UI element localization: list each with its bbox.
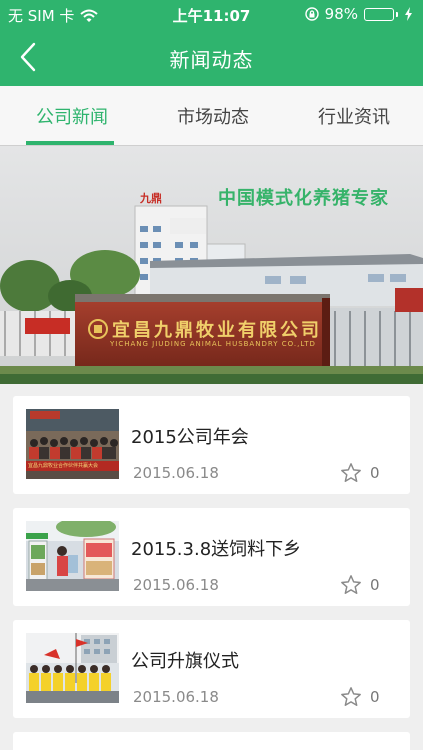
news-title: 2015公司年会 (131, 427, 249, 448)
news-thumbnail: 宜昌九鼎牧业合作伙伴共赢大会 (26, 409, 119, 479)
star-icon (341, 463, 361, 482)
tab-market-news[interactable]: 市场动态 (155, 86, 271, 145)
news-thumbnail (26, 633, 119, 703)
sign-company-name: 宜昌九鼎牧业有限公司 (112, 320, 322, 341)
banner-slogan: 中国模式化养猪专家 (218, 188, 389, 209)
top-bar: 无 SIM 卡 上午11:07 98% 新闻动态 (0, 0, 423, 86)
favorite-button[interactable]: 0 (340, 574, 380, 596)
banner-image[interactable]: 宜昌九鼎牧业有限公司 YICHANG JIUDING ANIMAL HUSBAN… (0, 146, 423, 384)
news-title: 公司升旗仪式 (131, 651, 239, 672)
sign-company-english: YICHANG JIUDING ANIMAL HUSBANDRY CO.,LTD (110, 340, 316, 348)
favorite-count: 0 (370, 464, 380, 482)
favorite-button[interactable]: 0 (340, 462, 380, 484)
nav-bar: 新闻动态 (0, 28, 423, 86)
news-date: 2015.06.18 (133, 464, 219, 482)
star-icon (341, 687, 361, 706)
tab-company-news[interactable]: 公司新闻 (14, 86, 130, 145)
thumbnail-banner-text: 宜昌九鼎牧业合作伙伴共赢大会 (28, 463, 99, 469)
rotation-lock-icon (304, 7, 319, 21)
news-item[interactable]: 宜昌九鼎牧业合作伙伴共赢大会 2015公司年会 2015.06.18 0 (13, 396, 410, 494)
tab-industry-info[interactable]: 行业资讯 (296, 86, 412, 145)
news-date: 2015.06.18 (133, 576, 219, 594)
news-date: 2015.06.18 (133, 688, 219, 706)
favorite-count: 0 (370, 688, 380, 706)
status-bar: 无 SIM 卡 上午11:07 98% (0, 0, 423, 28)
news-thumbnail (26, 521, 119, 591)
battery-percent: 98% (324, 5, 358, 23)
status-right: 98% (304, 5, 413, 23)
building-sign: 九鼎 (140, 192, 162, 205)
news-item-partial[interactable] (13, 732, 410, 750)
tab-bar: 公司新闻 市场动态 行业资讯 (0, 86, 423, 146)
favorite-button[interactable]: 0 (340, 686, 380, 708)
charging-bolt-icon (405, 7, 412, 21)
news-title: 2015.3.8送饲料下乡 (131, 539, 302, 560)
favorite-count: 0 (370, 576, 380, 594)
battery-icon (364, 7, 398, 21)
star-icon (341, 575, 361, 594)
news-item[interactable]: 2015.3.8送饲料下乡 2015.06.18 0 (13, 508, 410, 606)
active-tab-indicator (26, 141, 114, 145)
banner-photo (0, 146, 423, 384)
page-title: 新闻动态 (169, 48, 254, 72)
news-item[interactable]: 公司升旗仪式 2015.06.18 0 (13, 620, 410, 718)
